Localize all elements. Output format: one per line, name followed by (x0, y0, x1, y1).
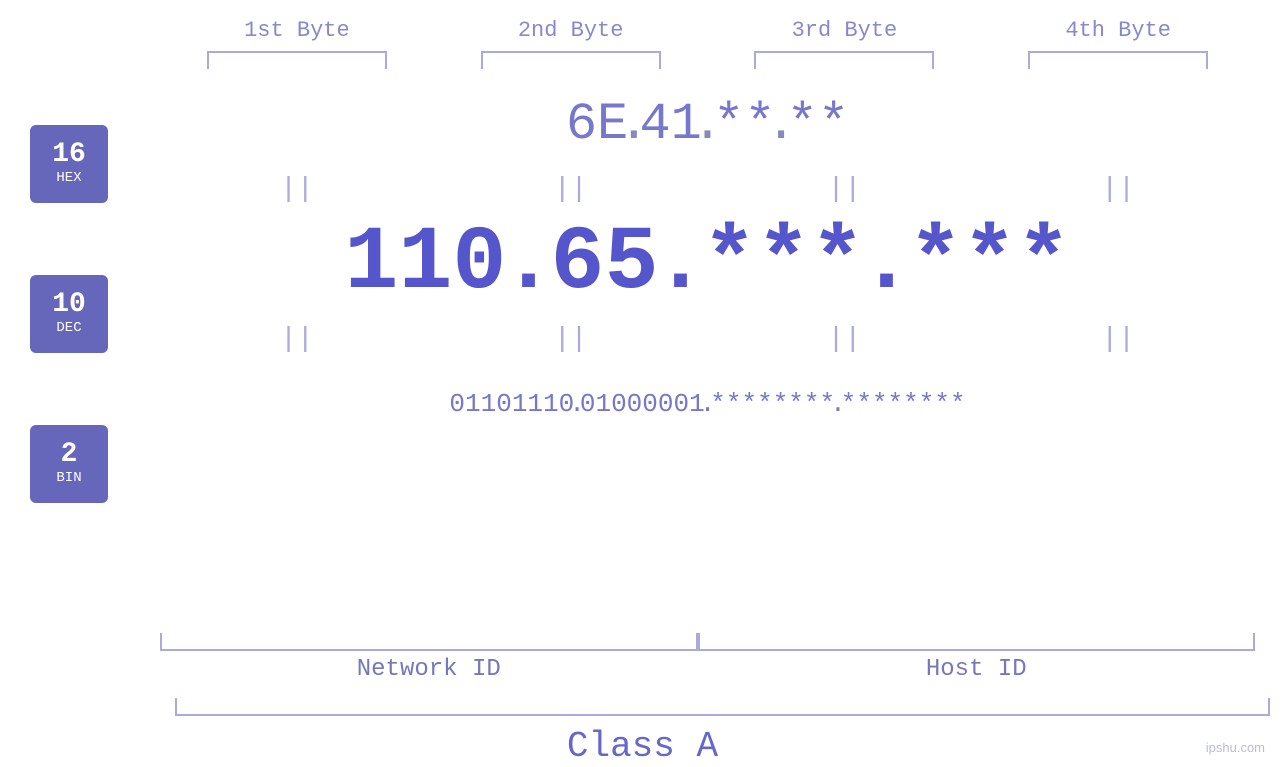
bin-b4: ******** (841, 389, 966, 419)
id-labels: Network ID Host ID (160, 656, 1255, 683)
bottom-brackets (160, 633, 1255, 651)
equals-row-2: || || || || (160, 319, 1255, 359)
bottom-section: Network ID Host ID (0, 633, 1285, 683)
hex-b4: ** (787, 95, 849, 154)
dot-dec-3: . (860, 213, 914, 315)
host-bracket (698, 633, 1255, 651)
bin-b2: 01000001 (580, 389, 705, 419)
bin-badge: 2 BIN (30, 425, 108, 503)
byte1-header: 1st Byte (167, 18, 427, 43)
base-labels: 16 HEX 10 DEC 2 BIN (30, 79, 160, 539)
dec-badge: 10 DEC (30, 275, 108, 353)
eq2-b2: || (441, 324, 701, 355)
main-container: 1st Byte 2nd Byte 3rd Byte 4th Byte 16 H… (0, 0, 1285, 767)
eq2-b4: || (988, 324, 1248, 355)
dec-b2: 65 (550, 213, 658, 315)
main-content: 16 HEX 10 DEC 2 BIN 6E . 41 . ** . ** (0, 79, 1285, 628)
eq1-b1: || (167, 174, 427, 205)
top-brackets (0, 51, 1285, 69)
dot-dec-2: . (653, 213, 707, 315)
byte4-header: 4th Byte (988, 18, 1248, 43)
network-id-label: Network ID (160, 656, 698, 683)
eq1-b3: || (714, 174, 974, 205)
bin-row: 01101110 . 01000001 . ******** . *******… (160, 359, 1255, 449)
bracket-cell-2 (441, 51, 701, 69)
equals-row-1: || || || || (160, 169, 1255, 209)
dot-dec-1: . (501, 213, 555, 315)
eq1-b2: || (441, 174, 701, 205)
dec-row: 110 . 65 . *** . *** (160, 209, 1255, 319)
bracket-top-3 (754, 51, 934, 69)
hex-badge: 16 HEX (30, 125, 108, 203)
eq1-b4: || (988, 174, 1248, 205)
bracket-cell-3 (714, 51, 974, 69)
values-grid: 6E . 41 . ** . ** || || || || 110 . 65 . (160, 79, 1255, 449)
eq2-b3: || (714, 324, 974, 355)
bracket-top-2 (481, 51, 661, 69)
watermark: ipshu.com (1206, 740, 1265, 755)
eq2-b1: || (167, 324, 427, 355)
bracket-cell-1 (167, 51, 427, 69)
dec-b4: *** (909, 213, 1071, 315)
byte-headers: 1st Byte 2nd Byte 3rd Byte 4th Byte (0, 18, 1285, 43)
byte3-header: 3rd Byte (714, 18, 974, 43)
bracket-top-4 (1028, 51, 1208, 69)
dec-b3: *** (703, 213, 865, 315)
bracket-top-1 (207, 51, 387, 69)
bracket-cell-4 (988, 51, 1248, 69)
byte2-header: 2nd Byte (441, 18, 701, 43)
bin-b3: ******** (710, 389, 835, 419)
dec-b1: 110 (344, 213, 506, 315)
bin-b1: 01101110 (449, 389, 574, 419)
hex-row: 6E . 41 . ** . ** (160, 79, 1255, 169)
full-bottom-bracket (175, 698, 1270, 716)
class-label: Class A (567, 726, 718, 767)
host-id-label: Host ID (698, 656, 1255, 683)
network-bracket (160, 633, 698, 651)
